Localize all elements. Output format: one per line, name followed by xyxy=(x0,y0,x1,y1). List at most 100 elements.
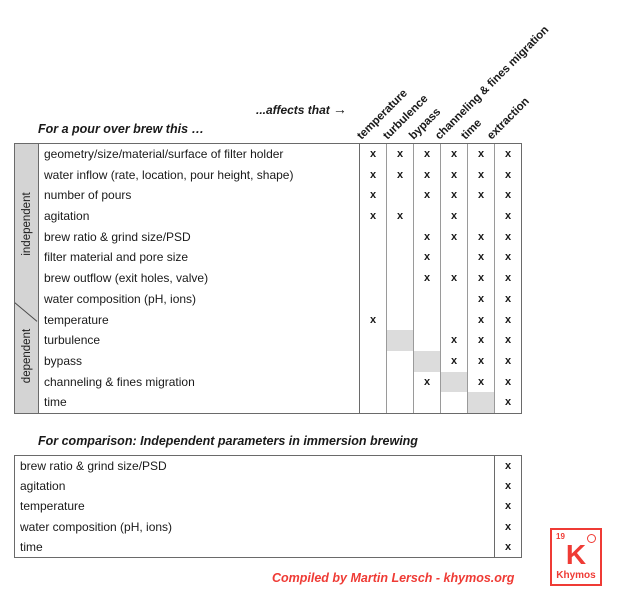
matrix-cell xyxy=(359,268,387,289)
matrix-cell: x xyxy=(494,309,521,331)
matrix-cell xyxy=(359,330,387,351)
comparison-mark: x xyxy=(494,456,521,477)
logo-name: Khymos xyxy=(556,570,596,581)
comparison-mark: x xyxy=(494,476,521,497)
list-item: agitation x xyxy=(15,476,521,497)
matrix-cell xyxy=(440,392,468,413)
matrix-cell xyxy=(467,392,495,413)
comparison-row-label: brew ratio & grind size/PSD xyxy=(20,459,167,473)
row-label: water composition (pH, ions) xyxy=(39,288,360,310)
row-label: geometry/size/material/surface of filter… xyxy=(39,144,360,165)
matrix-cell: x xyxy=(386,206,414,227)
list-item: time x xyxy=(15,536,521,558)
matrix-cell: x xyxy=(494,247,521,269)
table-row: water composition (pH, ions) x x xyxy=(39,288,521,310)
matrix-cell: x xyxy=(440,330,468,351)
matrix-cell: x xyxy=(413,247,441,269)
matrix-cell: x xyxy=(467,185,495,207)
table-row: temperature x x x xyxy=(39,309,521,331)
matrix-cell: x xyxy=(440,226,468,248)
matrix-cell: x xyxy=(440,206,468,227)
row-label: turbulence xyxy=(39,330,360,351)
matrix-cell: x xyxy=(467,268,495,289)
matrix-cell xyxy=(413,309,441,331)
matrix-cell: x xyxy=(440,268,468,289)
matrix-cell xyxy=(386,247,414,269)
matrix-cell xyxy=(386,185,414,207)
row-label: agitation xyxy=(39,206,360,227)
matrix-cell: x xyxy=(413,371,441,393)
matrix-cell: x xyxy=(494,144,521,165)
matrix-cell: x xyxy=(440,144,468,165)
row-label: bypass xyxy=(39,350,360,372)
row-label: filter material and pore size xyxy=(39,247,360,269)
matrix-cell: x xyxy=(467,330,495,351)
matrix-cell xyxy=(359,288,387,310)
table-row: time x xyxy=(39,392,521,413)
matrix-cell xyxy=(413,330,441,351)
table-row: water inflow (rate, location, pour heigh… xyxy=(39,164,521,186)
matrix-cell xyxy=(386,268,414,289)
matrix-cell: x xyxy=(413,268,441,289)
band-divider xyxy=(15,299,38,322)
band-label-dependent: dependent xyxy=(20,328,33,384)
list-item: water composition (pH, ions) x xyxy=(15,516,521,537)
table-row: turbulence x x x xyxy=(39,330,521,351)
row-label: temperature xyxy=(39,309,360,331)
matrix-cell xyxy=(413,206,441,227)
matrix-cell xyxy=(386,309,414,331)
matrix-cell: x xyxy=(494,371,521,393)
matrix-cell xyxy=(359,226,387,248)
matrix-cell: x xyxy=(413,185,441,207)
matrix-cell: x xyxy=(359,206,387,227)
band-label-independent: independent xyxy=(20,192,33,256)
matrix-cell: x xyxy=(386,164,414,186)
matrix-cell: x xyxy=(494,226,521,248)
matrix-cell xyxy=(413,392,441,413)
matrix-cell: x xyxy=(467,144,495,165)
matrix-cell: x xyxy=(440,164,468,186)
matrix-cell xyxy=(386,392,414,413)
matrix-cell xyxy=(440,309,468,331)
pour-over-matrix: independent dependent geometry/size/mate… xyxy=(14,143,522,414)
comparison-row-label: temperature xyxy=(20,499,85,514)
logo-symbol: K xyxy=(565,539,587,570)
comparison-mark: x xyxy=(494,516,521,537)
matrix-cell xyxy=(467,206,495,227)
matrix-cell: x xyxy=(467,371,495,393)
table-row: bypass x x x xyxy=(39,350,521,372)
matrix-cell: x xyxy=(359,164,387,186)
table-row: number of pours x x x x x xyxy=(39,185,521,207)
column-headers: temperature turbulence bypass channeling & … xyxy=(355,0,620,142)
matrix-cell: x xyxy=(440,185,468,207)
matrix-cell xyxy=(359,247,387,269)
matrix-cell: x xyxy=(467,226,495,248)
matrix-cell xyxy=(359,371,387,393)
comparison-mark: x xyxy=(494,536,521,558)
table-row: channeling & fines migration x x x xyxy=(39,371,521,393)
matrix-cell: x xyxy=(494,164,521,186)
matrix-cell xyxy=(386,288,414,310)
row-label: brew ratio & grind size/PSD xyxy=(39,226,360,248)
logo-atomic-number: 19 xyxy=(556,532,565,541)
comparison-row-label: water composition (pH, ions) xyxy=(20,519,173,534)
matrix-cell: x xyxy=(359,309,387,331)
matrix-cell: x xyxy=(494,392,521,413)
comparison-row-label: agitation xyxy=(20,479,66,494)
affects-that-text: ...affects that xyxy=(256,103,330,117)
column-header-extraction: extraction xyxy=(485,94,532,142)
matrix-cell xyxy=(359,350,387,372)
matrix-body: geometry/size/material/surface of filter… xyxy=(39,144,521,413)
matrix-cell: x xyxy=(494,330,521,351)
matrix-cell: x xyxy=(467,350,495,372)
comparison-row-label: time xyxy=(20,539,43,554)
matrix-cell xyxy=(386,371,414,393)
matrix-cell: x xyxy=(494,350,521,372)
column-header-time: time xyxy=(459,116,485,142)
comparison-table: brew ratio & grind size/PSD x agitation x te… xyxy=(15,456,521,558)
matrix-cell xyxy=(386,226,414,248)
row-label: time xyxy=(39,392,360,413)
table-row: filter material and pore size x x x xyxy=(39,247,521,269)
matrix-cell: x xyxy=(386,144,414,165)
khymos-logo[interactable]: 19 K Khymos xyxy=(550,528,602,586)
